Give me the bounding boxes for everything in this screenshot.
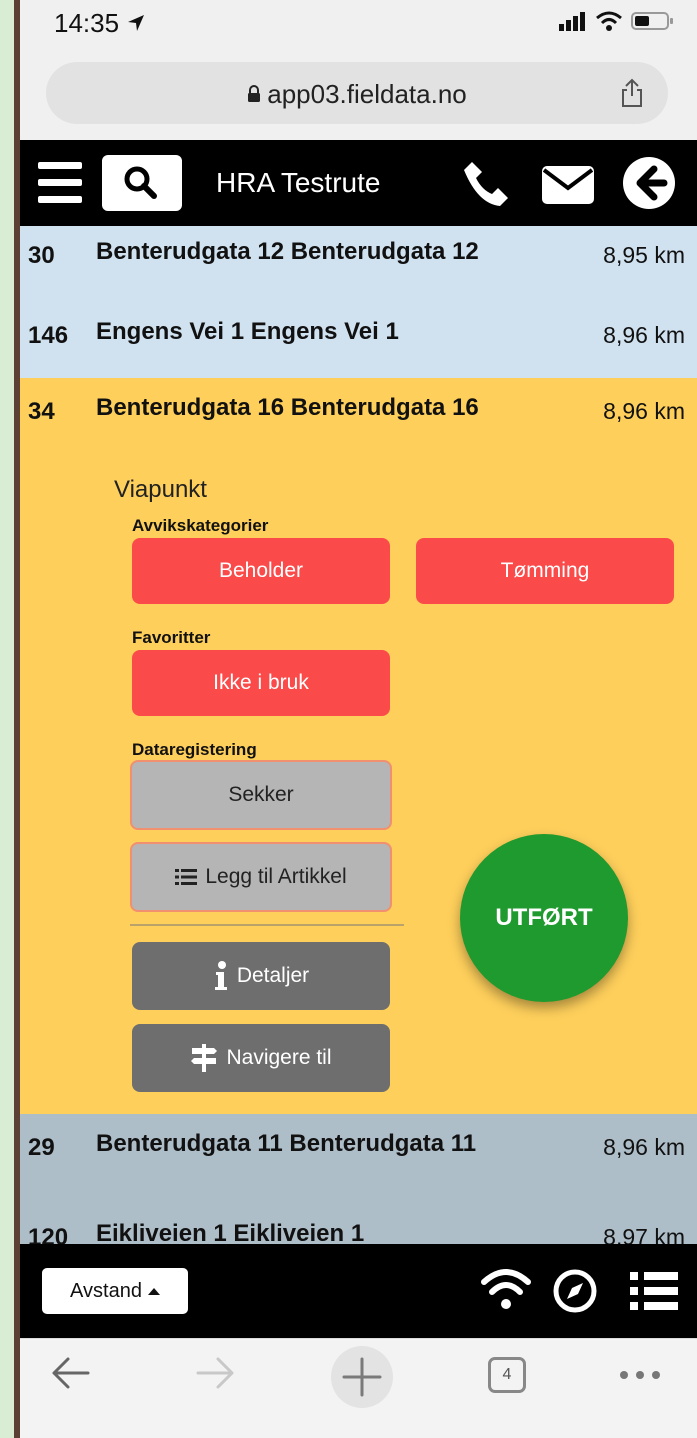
tabs-count: 4 [502,1366,512,1383]
search-icon [124,166,157,199]
stop-distance: 8,96 km [603,398,685,424]
share-icon[interactable] [620,78,644,108]
stop-address: Eikliveien 1 Eikliveien 1 [96,1220,365,1244]
list-item[interactable]: 29 Benterudgata 11 Benterudgata 11 8,96 … [20,1114,697,1204]
wifi-status-icon[interactable] [480,1266,532,1314]
menu-icon[interactable] [38,162,82,204]
done-button[interactable]: UTFØRT [460,834,628,1002]
details-button[interactable]: Detaljer [132,942,390,1010]
sort-label: Avstand [70,1279,142,1302]
forward-icon[interactable] [194,1355,238,1391]
status-bar: 14:35 [20,0,697,42]
caret-up-icon [147,1288,160,1295]
browser-url-area: app03.fieldata.no [20,42,697,141]
compass-icon[interactable] [552,1268,598,1314]
stop-address: Benterudgata 12 Benterudgata 12 [96,238,479,265]
url-bar[interactable]: app03.fieldata.no [46,62,668,124]
navigate-label: Navigere til [226,1046,332,1069]
stop-number: 120 [28,1224,69,1244]
stop-number: 30 [28,242,55,269]
more-icon[interactable] [618,1369,662,1381]
sort-dropdown[interactable]: Avstand [42,1268,188,1314]
list-item[interactable]: 146 Engens Vei 1 Engens Vei 1 8,96 km [20,310,697,378]
battery-icon [631,12,673,30]
add-article-button[interactable]: Legg til Artikkel [130,842,392,912]
section-label-deviation: Avvikskategorier [132,516,269,535]
sekker-button[interactable]: Sekker [130,760,392,830]
stop-address: Engens Vei 1 Engens Vei 1 [96,318,399,345]
tabs-button[interactable]: 4 [488,1357,526,1393]
cellular-signal-icon [559,12,585,31]
stop-distance: 8,95 km [603,242,685,268]
stop-distance: 8,97 km [603,1224,685,1244]
back-arrow-icon[interactable] [622,156,676,210]
stop-address: Benterudgata 11 Benterudgata 11 [96,1130,477,1157]
phone-icon[interactable] [460,158,512,210]
url-text: app03.fieldata.no [267,79,467,109]
tomming-button[interactable]: Tømming [416,538,674,604]
divider [130,924,404,926]
search-button[interactable] [102,155,182,211]
waypoint-label: Viapunkt [114,476,207,503]
details-label: Detaljer [236,964,310,987]
list-icon [175,869,198,885]
status-time: 14:35 [54,8,146,39]
location-arrow-icon [128,15,145,31]
selected-list-item[interactable]: 34 Benterudgata 16 Benterudgata 16 8,96 … [20,378,697,1114]
info-icon [214,961,227,990]
beholder-button[interactable]: Beholder [132,538,390,604]
list-view-icon[interactable] [630,1270,678,1312]
navigate-button[interactable]: Navigere til [132,1024,390,1092]
stop-number: 34 [28,398,55,425]
app-header: HRA Testrute [20,140,697,226]
stop-number: 29 [28,1134,55,1161]
stop-distance: 8,96 km [603,322,685,348]
stop-number: 146 [28,322,69,349]
app-title: HRA Testrute [216,167,381,198]
back-icon[interactable] [48,1355,92,1391]
add-article-label: Legg til Artikkel [205,865,347,888]
window-margin [0,0,14,1438]
section-label-data-registration: Dataregistering [132,740,257,759]
signpost-icon [191,1044,218,1072]
app-bottom-bar: Avstand [20,1244,697,1338]
lock-icon [248,85,261,102]
list-item[interactable]: 120 Eikliveien 1 Eikliveien 1 8,97 km [20,1204,697,1244]
phone-screen: 14:35 app03.fieldata.no HRA Testrute 30 … [20,0,697,1438]
stop-address: Benterudgata 16 Benterudgata 16 [96,394,479,421]
section-label-favorites: Favoritter [132,628,211,647]
ikke-i-bruk-button[interactable]: Ikke i bruk [132,650,390,716]
stop-distance: 8,96 km [603,1134,685,1160]
mail-icon[interactable] [540,162,596,206]
wifi-icon [596,11,622,31]
browser-toolbar: 4 [20,1338,697,1438]
route-list: 30 Benterudgata 12 Benterudgata 12 8,95 … [20,226,697,1244]
list-item[interactable]: 30 Benterudgata 12 Benterudgata 12 8,95 … [20,226,697,310]
new-tab-icon[interactable] [330,1345,394,1409]
